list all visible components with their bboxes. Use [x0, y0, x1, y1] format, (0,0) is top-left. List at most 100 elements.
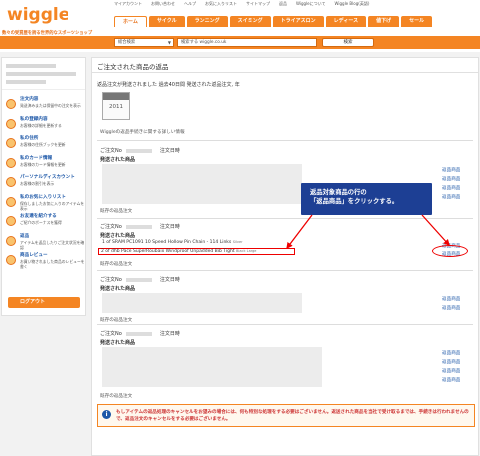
friends-icon: [6, 216, 16, 226]
sidebar-item-registration[interactable]: 私の登録内容 お客様の詳細を更新する: [2, 116, 85, 136]
sidebar-item-orders[interactable]: 注文内容 発送済みまたは保留中の注文を表示: [2, 96, 85, 116]
order-header: ご注文No 注文日時: [100, 223, 180, 230]
sidebar-item-cards[interactable]: 私のカード情報 お客様のカード情報を更新: [2, 155, 85, 175]
instruction-callout: 返品対象商品の行の 「返品商品」をクリックする。: [301, 183, 432, 215]
returned-items-label: 発送された商品: [100, 340, 136, 346]
blurred-items: [102, 293, 302, 313]
sidebar-item-desc: 発送済みまたは保留中の注文を表示: [20, 103, 81, 108]
tab-triathlon[interactable]: トライアスロン: [272, 16, 324, 27]
account-user-info: [2, 58, 85, 90]
star-icon: [6, 196, 16, 207]
toplink-sitemap[interactable]: サイトマップ: [246, 1, 270, 9]
return-item-link[interactable]: 返品商品: [442, 377, 460, 383]
sidebar-item-returns[interactable]: 返品 アイテムを返品したりご注文状況を確認: [2, 233, 85, 253]
credit-card-icon: [6, 157, 16, 168]
return-item-link[interactable]: 返品商品: [442, 185, 460, 191]
sidebar-item-desc: お客様の詳細を更新する: [20, 122, 62, 128]
logout-button[interactable]: ログアウト: [8, 297, 80, 308]
existing-returns-label: 既存の返品注文: [100, 209, 133, 214]
order-date-label: 注文日時: [159, 277, 180, 283]
returns-intro: 返品注文が発送されました 過去40日間 発送された返品注文, 年: [97, 82, 240, 88]
item-name: 1 of SRAM PC1091 10 Speed Hollow Pin Cha…: [102, 240, 232, 245]
wiggle-logo[interactable]: wiggle: [6, 1, 68, 27]
tab-sale[interactable]: セール: [401, 16, 433, 27]
blurred-text: [125, 148, 152, 153]
search-bar: 総合検索 ▼ 検索する wiggle.co.uk 検索: [0, 36, 480, 49]
svg-text:wiggle: wiggle: [7, 5, 68, 25]
order-date-label: 注文日時: [159, 224, 180, 230]
calendar-year: 2011: [109, 104, 123, 110]
item-variant: Silver: [232, 240, 243, 244]
sidebar-item-reviews[interactable]: 商品レビュー お買い物されました商品のレビューを書く: [2, 252, 85, 272]
address-book-icon: [6, 138, 16, 148]
return-box-icon: [6, 235, 16, 246]
order-no-label: ご注文No: [100, 277, 122, 283]
return-item-link[interactable]: 返品商品: [442, 296, 460, 302]
site-header: wiggle 数々の受賞歴を誇る世界的なスポーツショップ マイアカウント お問い…: [0, 0, 480, 52]
info-text: もしアイテムの返品処理のキャンセルをお望みの場合には、何も特別な処理をする必要は…: [116, 410, 469, 422]
toplink-contact[interactable]: お問い合わせ: [151, 1, 175, 9]
blurred-items: [102, 164, 302, 204]
category-select-value: 総合検索: [118, 40, 136, 45]
divider: [97, 324, 473, 325]
main-nav: ホーム サイクル ランニング スイミング トライアスロン レディース 値下げ セ…: [114, 16, 433, 27]
return-item-link[interactable]: 返品商品: [442, 350, 460, 356]
review-icon: [6, 255, 16, 265]
sidebar-item-discount[interactable]: パーソナルディスカウント お客様の割引を表示: [2, 174, 85, 194]
existing-returns-label: 既存の返品注文: [100, 262, 133, 267]
blurred-text: [125, 224, 152, 229]
sidebar-item-wishlist[interactable]: 私のお気に入りリスト 保存しましたお気に入りのアイテムを表示: [2, 194, 85, 214]
order-item-row: 1 of SRAM PC1091 10 Speed Hollow Pin Cha…: [102, 240, 243, 245]
search-button[interactable]: 検索: [322, 38, 374, 47]
blurred-text: [6, 80, 46, 84]
callout-line: 「返品商品」をクリックする。: [310, 198, 399, 205]
category-select[interactable]: 総合検索 ▼: [114, 38, 174, 47]
tab-swimming[interactable]: スイミング: [229, 16, 271, 27]
search-input[interactable]: 検索する wiggle.co.uk: [177, 38, 317, 47]
info-icon: i: [102, 410, 111, 419]
return-item-link[interactable]: 返品商品: [442, 368, 460, 374]
toplink-help[interactable]: ヘルプ: [184, 1, 196, 9]
returned-items-label: 発送された商品: [100, 157, 136, 163]
sidebar-item-addresses[interactable]: 私の住所 お客様の住所ブックを更新: [2, 135, 85, 155]
tab-ladies[interactable]: レディース: [325, 16, 367, 27]
toplink-my-account[interactable]: マイアカウント: [114, 1, 142, 9]
toplink-about[interactable]: Wiggleについて: [296, 1, 326, 9]
sidebar-item-desc: お買い物されました商品のレビューを書く: [20, 259, 85, 269]
toplink-blog[interactable]: Wiggle Blog(英語): [335, 1, 370, 9]
blurred-items: [102, 347, 322, 387]
toplink-wishlist[interactable]: お気に入りリスト: [205, 1, 237, 9]
return-policy-link[interactable]: Wiggleの返品手続きに関する詳しい情報: [100, 129, 185, 135]
order-date-label: 注文日時: [159, 148, 180, 154]
return-item-link[interactable]: 返品商品: [442, 176, 460, 182]
info-notice: i もしアイテムの返品処理のキャンセルをお望みの場合には、何も特別な処理をする必…: [97, 404, 475, 427]
return-item-link[interactable]: 返品商品: [442, 305, 460, 311]
return-item-link[interactable]: 返品商品: [442, 194, 460, 200]
sidebar-item-desc: お客様の住所ブックを更新: [20, 142, 66, 147]
callout-arrows: [286, 214, 450, 250]
discount-tag-icon: [6, 177, 16, 187]
blurred-text: [6, 64, 56, 68]
return-item-link[interactable]: 返品商品: [442, 167, 460, 173]
divider: [97, 270, 473, 271]
tab-cycle[interactable]: サイクル: [148, 16, 185, 27]
toplink-returns[interactable]: 返品: [279, 1, 287, 9]
divider: [92, 72, 478, 73]
order-no-label: ご注文No: [100, 148, 122, 154]
return-item-link[interactable]: 返品商品: [442, 359, 460, 365]
page-title: ご注文された商品の返品: [97, 63, 169, 71]
order-header: ご注文No 注文日時: [100, 330, 180, 337]
order-header: ご注文No 注文日時: [100, 276, 180, 283]
tab-home[interactable]: ホーム: [114, 16, 147, 27]
sidebar-item-desc: お客様の割引を表示: [20, 181, 55, 186]
calendar-icon: 2011: [102, 92, 130, 120]
sidebar-item-refer-friend[interactable]: お友達を紹介する ご紹介のボーナスを獲得: [2, 213, 85, 233]
returns-panel: ご注文された商品の返品 返品注文が発送されました 過去40日間 発送された返品注…: [91, 57, 479, 456]
blurred-text: [6, 72, 76, 76]
tab-price-drop[interactable]: 値下げ: [368, 16, 400, 27]
order-item-row-highlighted: 2 of dhb Pace SuperRoubaix Windproof Unp…: [98, 248, 295, 255]
order-no-label: ご注文No: [100, 331, 122, 337]
blurred-text: [125, 277, 152, 282]
order-date-label: 注文日時: [159, 331, 180, 337]
tab-running[interactable]: ランニング: [186, 16, 228, 27]
